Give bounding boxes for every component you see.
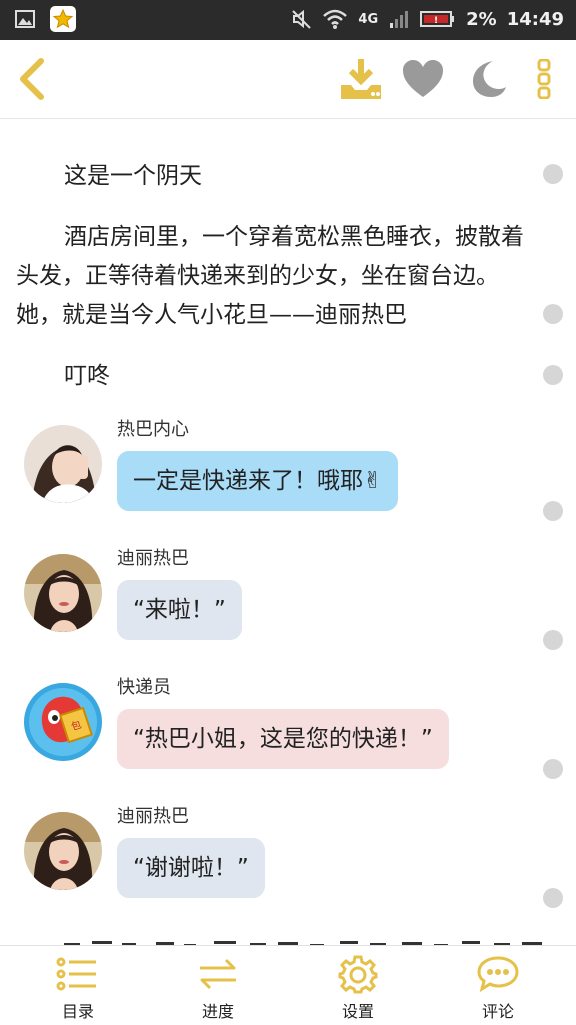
avatar[interactable]: [24, 554, 102, 632]
signal-icon: [388, 8, 410, 30]
avatar[interactable]: [24, 425, 102, 503]
story-content: ‧ ‧ ‧ ‧ ‧ ‧ ‧ 这是一个阴天 酒店房间里，一个穿着宽松黑色睡衣，披散…: [0, 119, 576, 945]
download-button[interactable]: [336, 54, 386, 104]
status-bar: 4G ! 2% 14:49: [0, 0, 576, 40]
gear-icon: [338, 955, 378, 994]
avatar[interactable]: [24, 812, 102, 890]
speaker-name: 迪丽热巴: [117, 548, 189, 569]
gallery-notification-icon: [14, 8, 36, 30]
network-type: 4G: [358, 11, 379, 27]
nav-label: 进度: [201, 1002, 234, 1021]
night-mode-button[interactable]: [462, 54, 512, 104]
back-icon: [20, 58, 44, 100]
more-button[interactable]: [524, 54, 564, 104]
paragraph-comment-dot[interactable]: [543, 501, 563, 521]
favorite-button[interactable]: [398, 54, 448, 104]
list-icon: [56, 957, 96, 991]
wifi-icon: [322, 8, 348, 30]
battery-icon: !: [420, 9, 456, 29]
chat-bubble: 一定是快递来了！哦耶✌: [117, 451, 399, 511]
app-notification-icon: [50, 6, 76, 32]
clipped-line-top: ‧ ‧ ‧ ‧ ‧ ‧ ‧: [120, 119, 460, 123]
back-button[interactable]: [8, 54, 58, 104]
chat-bubble: “来啦！”: [117, 580, 242, 640]
story-paragraph: 酒店房间里，一个穿着宽松黑色睡衣，披散着头发，正等待着快递来到的少女，坐在窗台边…: [16, 224, 524, 328]
comment-icon: [477, 956, 519, 993]
heart-icon: [403, 60, 443, 97]
clipped-line-bottom: [64, 931, 544, 945]
story-paragraph: 叮咚: [64, 363, 110, 389]
paragraph-comment-dot[interactable]: [543, 365, 563, 385]
story-paragraph: 这是一个阴天: [64, 163, 202, 189]
reader-toolbar: [0, 40, 576, 119]
paragraph-comment-dot[interactable]: [543, 759, 563, 779]
download-icon: [341, 59, 381, 99]
nav-settings[interactable]: 设置: [308, 954, 408, 1022]
nav-catalog[interactable]: 目录: [28, 954, 128, 1022]
speaker-name: 热巴内心: [117, 419, 189, 440]
chat-bubble: “热巴小姐，这是您的快递！”: [117, 709, 449, 769]
moon-icon: [473, 61, 506, 97]
clock: 14:49: [506, 8, 564, 30]
paragraph-comment-dot[interactable]: [543, 888, 563, 908]
chat-bubble: “谢谢啦！”: [117, 838, 265, 898]
nav-label: 设置: [341, 1002, 374, 1021]
nav-comments[interactable]: 评论: [448, 954, 548, 1022]
more-icon: [537, 59, 551, 99]
paragraph-comment-dot[interactable]: [543, 304, 563, 324]
speaker-name: 迪丽热巴: [117, 806, 189, 827]
nav-progress[interactable]: 进度: [168, 954, 268, 1022]
svg-text:!: !: [434, 16, 438, 26]
paragraph-comment-dot[interactable]: [543, 164, 563, 184]
speaker-name: 快递员: [117, 677, 171, 698]
mute-icon: [290, 8, 312, 30]
paragraph-comment-dot[interactable]: [543, 630, 563, 650]
bottom-nav: 目录 进度 设置 评论: [0, 945, 576, 1025]
progress-arrows-icon: [200, 958, 236, 990]
battery-percent: 2%: [466, 8, 497, 30]
nav-label: 目录: [61, 1002, 94, 1021]
avatar[interactable]: 包: [24, 683, 102, 761]
nav-label: 评论: [481, 1002, 514, 1021]
